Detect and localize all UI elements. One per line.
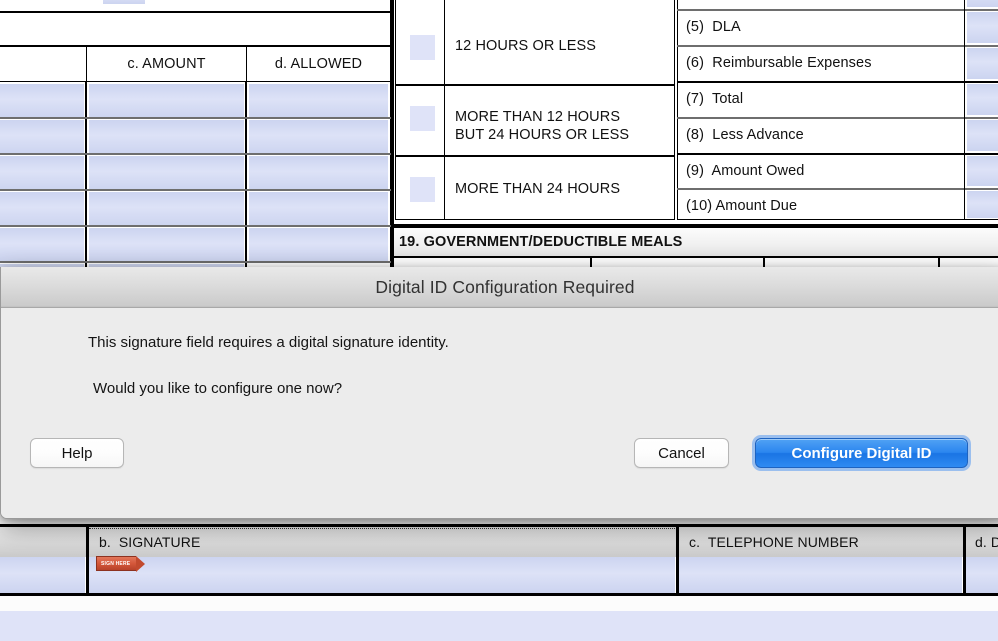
grid-hline-4 [0, 225, 391, 227]
grid-vline-2 [245, 81, 247, 271]
form-cell-header-blank [0, 46, 87, 82]
grid-hline-3 [0, 189, 391, 191]
dialog-title: Digital ID Configuration Required [375, 276, 635, 297]
amount-row-line-3 [677, 117, 998, 119]
section-19-left-edge [391, 0, 394, 276]
screen: c. AMOUNT d. ALLOWED 12 HOURS OR LESS MO… [0, 0, 998, 641]
checkbox-more-than-12-hours[interactable] [410, 106, 435, 131]
form-field-amount-3[interactable] [89, 156, 244, 190]
amount-row-line-5 [677, 188, 998, 190]
duration-vline [444, 0, 445, 220]
signature-dotted-guide [89, 528, 675, 529]
signature-input-field[interactable] [89, 557, 675, 593]
form-field-col-a-5[interactable] [0, 228, 84, 262]
form-footer-white-gap [0, 596, 998, 611]
signature-field-label: b. SIGNATURE [99, 534, 201, 550]
section-19-title: 19. GOVERNMENT/DEDUCTIBLE MEALS [399, 234, 683, 250]
form-field-amount-1[interactable] [89, 84, 244, 118]
form-field-amount-top[interactable] [967, 0, 998, 7]
form-cell-top-strip [0, 0, 391, 12]
duration-divider-1 [395, 84, 675, 86]
amount-vline [964, 0, 965, 220]
date-field-label: d. D [975, 534, 998, 550]
form-field-allowed-1[interactable] [249, 84, 388, 118]
column-header-allowed: d. ALLOWED [274, 56, 363, 72]
form-field-amount-less-advance[interactable] [967, 120, 998, 151]
form-footer-band [0, 611, 998, 641]
amount-row-label-reimbursable: (6) Reimbursable Expenses [686, 55, 872, 71]
form-field-amount-4[interactable] [89, 192, 244, 226]
checkbox-more-than-24-hours[interactable] [410, 177, 435, 202]
dialog-body: This signature field requires a digital … [1, 308, 998, 518]
grid-hline-2 [0, 153, 391, 155]
form-field-allowed-4[interactable] [249, 192, 388, 226]
form-field-allowed-2[interactable] [249, 120, 388, 154]
form-field-amount-due[interactable] [967, 191, 998, 218]
form-field-allowed-3[interactable] [249, 156, 388, 190]
dialog-titlebar[interactable]: Digital ID Configuration Required [1, 267, 998, 308]
form-field-amount-5[interactable] [89, 228, 244, 262]
digital-id-configuration-dialog: Digital ID Configuration Required This s… [0, 267, 998, 519]
cancel-button[interactable]: Cancel [634, 438, 729, 468]
amount-row-line-4 [677, 153, 998, 155]
grid-hline-5 [0, 261, 391, 263]
amount-row-label-dla: (5) DLA [686, 19, 741, 35]
telephone-field-label: c. TELEPHONE NUMBER [689, 534, 859, 550]
dialog-message-line-2: Would you like to configure one now? [93, 380, 343, 397]
grid-vline-1 [85, 81, 87, 271]
amount-row-label-less-advance: (8) Less Advance [686, 127, 804, 143]
help-button[interactable]: Help [30, 438, 124, 468]
form-field-amount-2[interactable] [89, 120, 244, 154]
form-field-amount-reimbursable[interactable] [967, 48, 998, 79]
amount-row-label-amount-due: (10) Amount Due [686, 198, 798, 214]
duration-label-more-than-24-hours: MORE THAN 24 HOURS [455, 181, 621, 197]
form-cell-blank-band [0, 12, 391, 46]
amount-row-label-amount-owed: (9) Amount Owed [686, 163, 805, 179]
form-field-col-a-3[interactable] [0, 156, 84, 190]
form-field-col-a-2[interactable] [0, 120, 84, 154]
form-field-amount-owed[interactable] [967, 156, 998, 186]
form-field-col-a-1[interactable] [0, 84, 84, 118]
telephone-input-field[interactable] [679, 557, 962, 593]
date-input-field[interactable] [966, 557, 998, 593]
form-field-amount-total[interactable] [967, 84, 998, 115]
form-field-amount-dla[interactable] [967, 12, 998, 43]
column-header-amount: c. AMOUNT [127, 56, 206, 72]
amount-row-line-1 [677, 45, 998, 47]
dialog-message-line-1: This signature field requires a digital … [88, 334, 449, 351]
form-field-col-a-4[interactable] [0, 192, 84, 226]
signature-row-left-field[interactable] [0, 557, 85, 593]
section-19-bottom-rule [391, 256, 998, 258]
sign-here-tag[interactable]: SIGN HERE [96, 556, 145, 572]
grid-hline-1 [0, 117, 391, 119]
checkbox-12-hours-or-less[interactable] [410, 35, 435, 60]
form-field-allowed-5[interactable] [249, 228, 388, 262]
duration-label-12-hours-or-less: 12 HOURS OR LESS [455, 38, 597, 54]
configure-digital-id-button[interactable]: Configure Digital ID [755, 438, 968, 468]
amount-row-line-0 [677, 9, 998, 11]
duration-label-more-than-12-hours: MORE THAN 12 HOURS BUT 24 HOURS OR LESS [455, 109, 630, 143]
amount-row-line-2 [677, 81, 998, 83]
form-field-top-strip[interactable] [103, 0, 145, 4]
duration-divider-2 [395, 155, 675, 157]
amount-row-label-total: (7) Total [686, 91, 744, 107]
